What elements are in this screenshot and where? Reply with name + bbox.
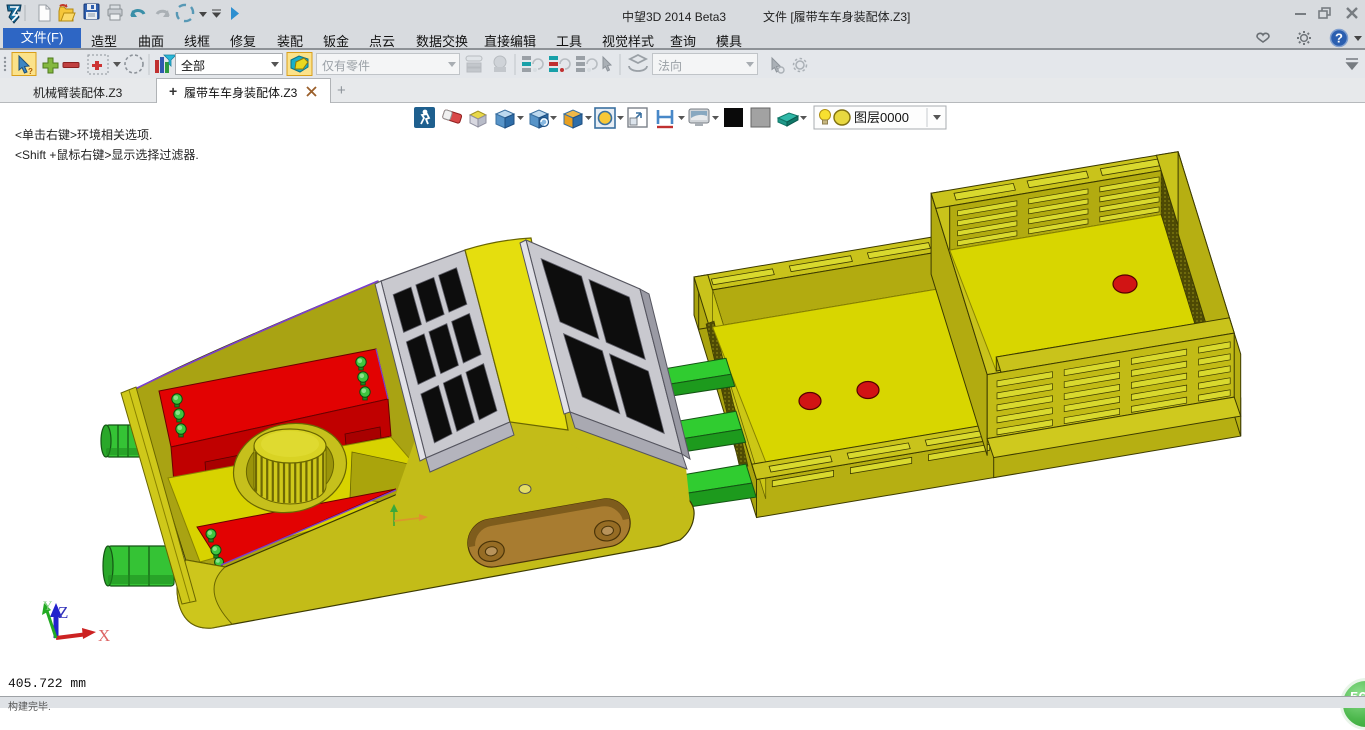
svg-text:Y: Y [43,598,53,613]
svg-text:Z: Z [58,603,68,622]
svg-text:图层0000: 图层0000 [854,110,909,125]
svg-text:X: X [98,626,110,645]
